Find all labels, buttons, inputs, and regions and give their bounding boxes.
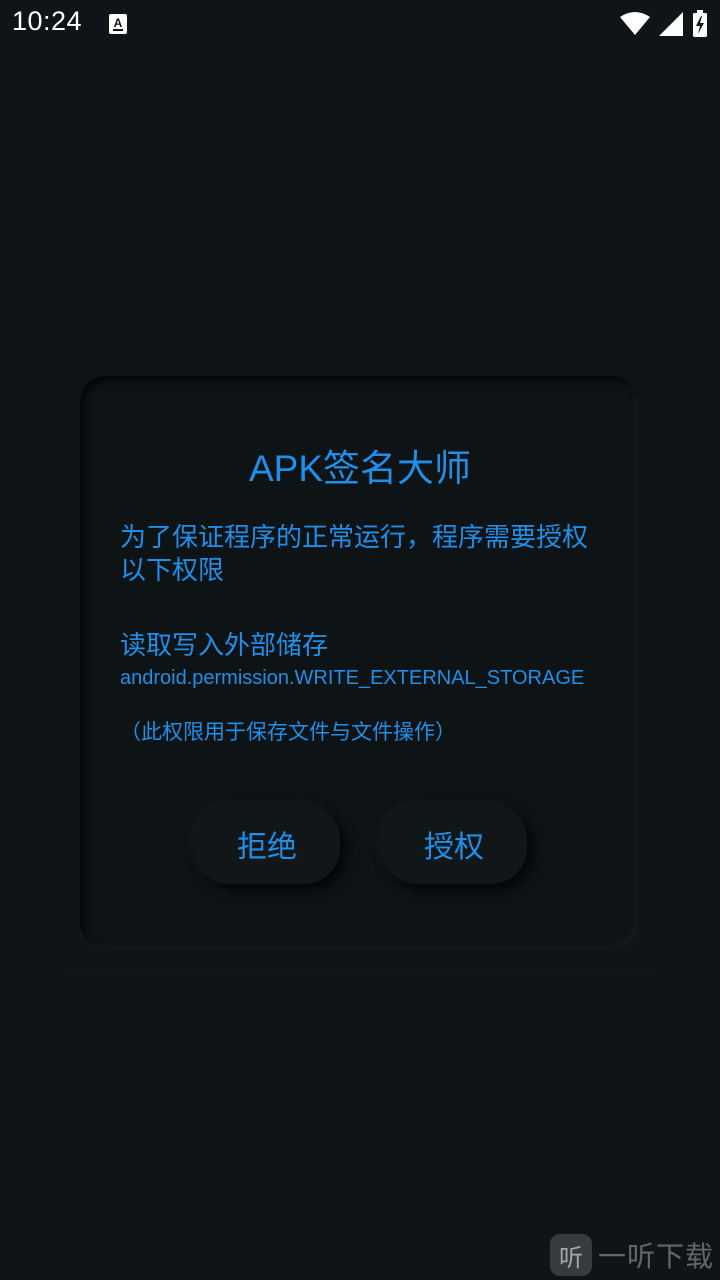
permission-id: android.permission.WRITE_EXTERNAL_STORAG…: [120, 667, 585, 689]
dialog-title: APK签名大师: [248, 448, 472, 489]
wifi-icon: [620, 12, 650, 35]
battery-charging-icon: [693, 10, 707, 37]
permission-note: （此权限用于保存文件与文件操作）: [120, 720, 456, 744]
divider: [64, 968, 656, 969]
status-icons: [620, 10, 708, 38]
watermark: 听 一听下载: [550, 1230, 720, 1280]
watermark-logo: 听: [550, 1234, 592, 1276]
dialog-description: 为了保证程序的正常运行，程序需要授权以下权限: [120, 523, 589, 586]
app-notification-letter: A: [114, 16, 123, 30]
status-bar: 10:24 A: [0, 0, 720, 48]
permission-name: 读取写入外部储存: [120, 631, 329, 661]
status-time: 10:24: [12, 6, 83, 36]
watermark-text: 一听下载: [598, 1240, 715, 1273]
reject-button[interactable]: 拒绝: [194, 804, 340, 884]
grant-button[interactable]: 授权: [381, 804, 527, 884]
app-notification-icon: A: [109, 14, 127, 34]
cell-signal-icon: [659, 12, 683, 36]
